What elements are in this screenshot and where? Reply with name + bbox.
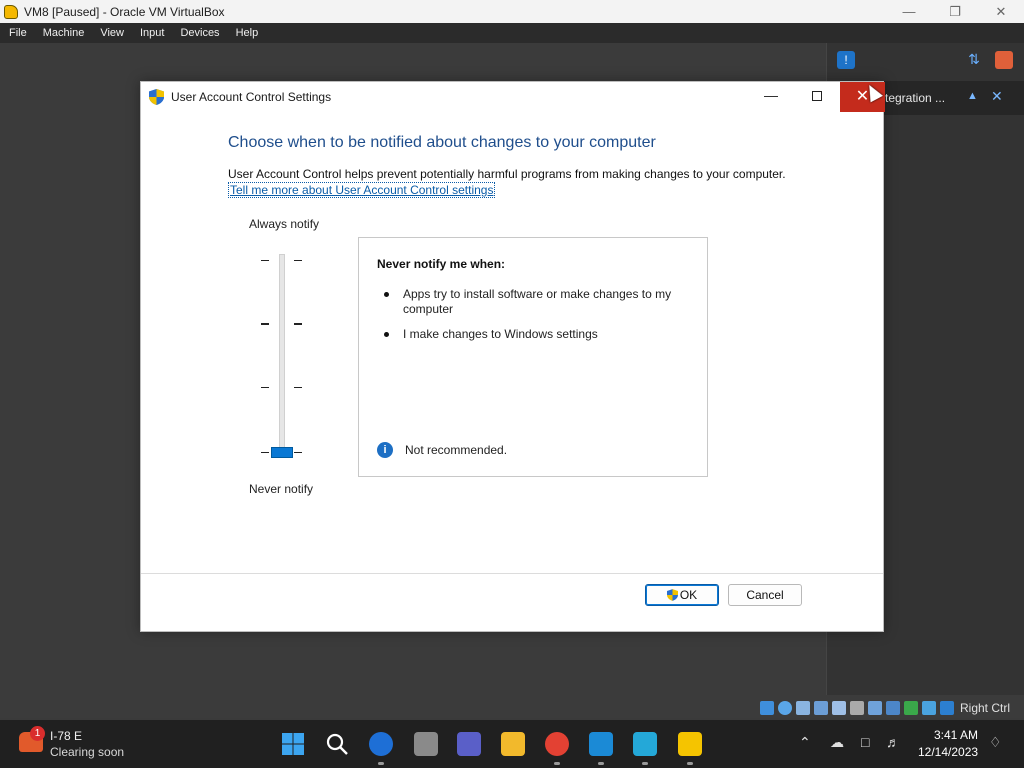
edge-beta-icon[interactable] (369, 732, 393, 765)
taskbar: 1 I-78 E Clearing soon ⌃ ☁ □ ♬ 3:41 AM 1… (0, 720, 1024, 768)
recommendation-note: Not recommended. (405, 443, 508, 457)
dialog-footer-divider (141, 573, 883, 574)
slider-tick (261, 452, 269, 453)
menu-devices[interactable]: Devices (180, 27, 219, 39)
feedback-icon[interactable]: ! (837, 51, 855, 69)
slider-tick (261, 387, 269, 388)
virtualbox-manager-icon[interactable] (589, 732, 613, 765)
vbox-close-button[interactable]: ✕ (978, 0, 1024, 23)
running-indicator (378, 762, 384, 765)
onedrive-icon[interactable]: ☁ (830, 734, 844, 751)
vbox-minimize-button[interactable]: — (886, 0, 932, 23)
maximize-icon (812, 91, 822, 101)
uac-shield-icon (666, 589, 678, 601)
cpu-icon[interactable] (904, 701, 918, 715)
slider-tick (294, 387, 302, 388)
toolbox-icon[interactable] (995, 51, 1013, 69)
vbox-menubar: File Machine View Input Devices Help (0, 23, 1024, 43)
slider-top-label: Always notify (249, 217, 320, 231)
dialog-description: User Account Control helps prevent poten… (228, 167, 786, 181)
level-description-box: Never notify me when: Apps try to instal… (358, 237, 708, 477)
file-explorer-icon[interactable] (501, 732, 525, 756)
hard-disk-icon[interactable] (760, 701, 774, 715)
side-panel-toolbar: ! ⇅ (827, 49, 1024, 73)
uac-settings-dialog: User Account Control Settings — ✕ Choose… (140, 81, 885, 632)
close-icon[interactable]: ✕ (991, 88, 1003, 105)
ok-button[interactable]: OK (645, 584, 719, 606)
teams-icon[interactable] (457, 732, 481, 756)
search-button[interactable] (325, 732, 349, 756)
running-indicator (554, 762, 560, 765)
level-description-header: Never notify me when: (377, 257, 506, 271)
widget-subtitle[interactable]: Clearing soon (50, 745, 124, 759)
cancel-button[interactable]: Cancel (728, 584, 802, 606)
network-icon[interactable] (814, 701, 828, 715)
display-icon[interactable] (868, 701, 882, 715)
slider-tick (294, 452, 302, 453)
sort-icon[interactable]: ⇅ (965, 51, 983, 69)
search-icon (326, 733, 348, 755)
stack-app-icon[interactable] (633, 732, 657, 765)
vbox-status-bar: Right Ctrl (760, 698, 1024, 718)
vbox-window-controls: — ❐ ✕ (886, 0, 1024, 23)
level-description-list: Apps try to install software or make cha… (381, 287, 681, 352)
uac-shield-icon (149, 89, 164, 105)
dialog-titlebar: User Account Control Settings — ✕ (141, 82, 885, 112)
menu-input[interactable]: Input (140, 27, 164, 39)
network-tray-icon[interactable]: □ (861, 734, 869, 750)
menu-help[interactable]: Help (236, 27, 259, 39)
ok-button-label: OK (679, 588, 698, 602)
virtualbox-app-icon (4, 4, 18, 19)
menu-view[interactable]: View (100, 27, 124, 39)
chevron-up-icon[interactable]: ⌃ (799, 734, 811, 751)
slider-tick (261, 323, 269, 325)
slider-tick (294, 323, 302, 325)
slider-bottom-label: Never notify (249, 482, 314, 496)
pin-icon[interactable]: ▲ (967, 90, 978, 102)
running-indicator (687, 762, 693, 765)
slider-tick (294, 260, 302, 261)
notification-bell-icon[interactable]: ♢ (989, 734, 1002, 751)
start-button[interactable] (281, 732, 305, 756)
learn-more-link[interactable]: Tell me more about User Account Control … (228, 182, 496, 198)
host-key-label: Right Ctrl (960, 701, 1011, 715)
list-item: Apps try to install software or make cha… (381, 287, 681, 317)
audio-icon[interactable] (796, 701, 810, 715)
dialog-maximize-button[interactable] (794, 82, 840, 112)
clock-time[interactable]: 3:41 AM (934, 728, 978, 742)
mouse-integration-icon[interactable] (922, 701, 936, 715)
running-indicator (642, 762, 648, 765)
side-panel-card-text: tegration ... (885, 91, 946, 105)
clock-date[interactable]: 12/14/2023 (918, 745, 978, 759)
windows-logo-icon (282, 733, 304, 755)
optical-drive-icon[interactable] (778, 701, 792, 715)
menu-machine[interactable]: Machine (43, 27, 85, 39)
widget-title[interactable]: I-78 E (50, 729, 82, 743)
shared-folders-icon[interactable] (850, 701, 864, 715)
dialog-minimize-button[interactable]: — (748, 82, 794, 112)
recording-icon[interactable] (886, 701, 900, 715)
dialog-title: User Account Control Settings (171, 90, 332, 104)
usb-icon[interactable] (832, 701, 846, 715)
vbox-titlebar: VM8 [Paused] - Oracle VM VirtualBox — ❐ … (0, 0, 1024, 23)
notify-slider-track[interactable] (279, 254, 285, 454)
slider-tick (261, 260, 269, 261)
running-indicator (598, 762, 604, 765)
vbox-window-title: VM8 [Paused] - Oracle VM VirtualBox (24, 4, 225, 19)
chrome-icon[interactable] (545, 732, 569, 765)
vbox-restore-button[interactable]: ❐ (932, 0, 978, 23)
info-icon: i (377, 442, 393, 458)
dialog-heading: Choose when to be notified about changes… (228, 134, 656, 151)
virtualbox-vm-icon[interactable] (678, 732, 702, 765)
notification-badge: 1 (30, 726, 45, 741)
menu-file[interactable]: File (9, 27, 27, 39)
volume-icon[interactable]: ♬ (886, 734, 900, 750)
host-key-icon[interactable] (940, 701, 954, 715)
task-view-icon[interactable] (414, 732, 438, 756)
list-item: I make changes to Windows settings (381, 327, 681, 342)
notify-slider-thumb[interactable] (271, 447, 293, 458)
